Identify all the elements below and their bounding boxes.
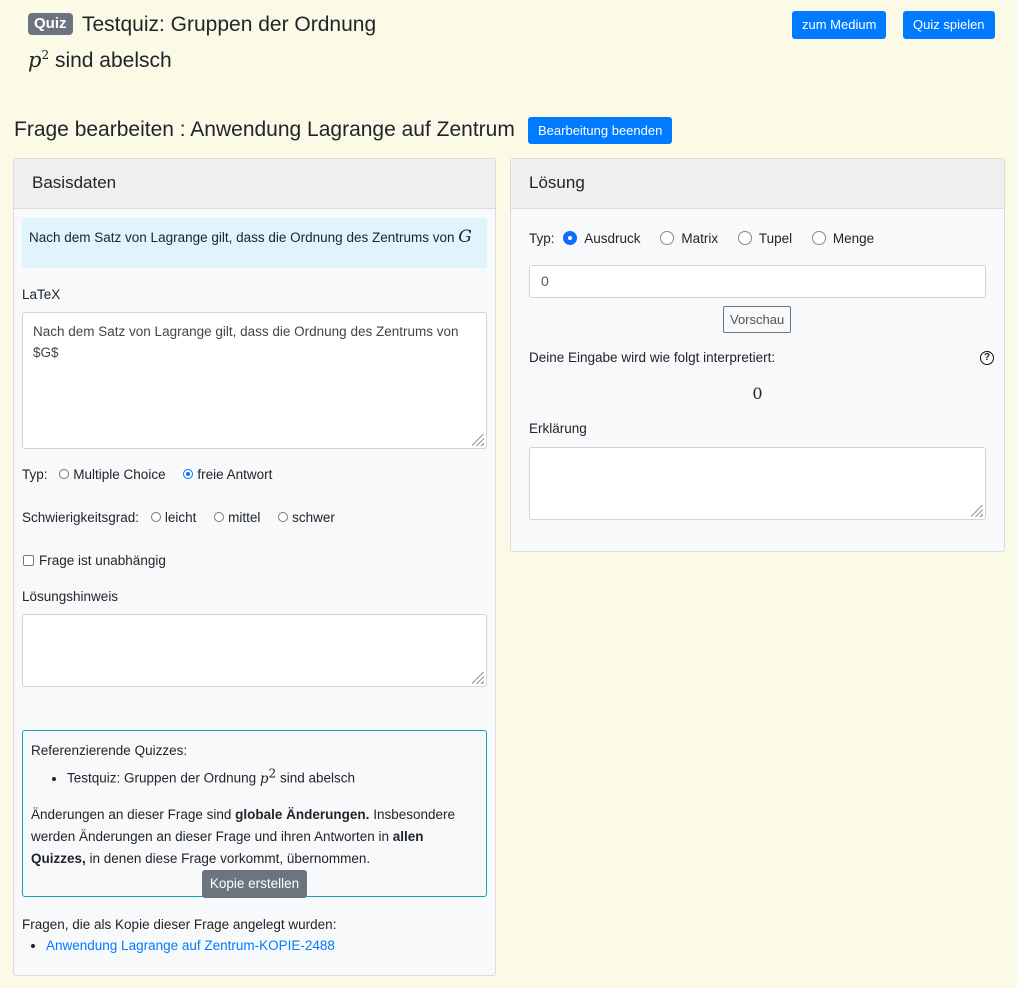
latex-label: LaTeX bbox=[22, 287, 61, 302]
interpreted-value: 0 bbox=[752, 384, 763, 403]
question-preview: Nach dem Satz von Lagrange gilt, dass di… bbox=[22, 218, 487, 268]
difficulty-group: Schwierigkeitsgrad: leicht mittel schwer bbox=[22, 510, 335, 525]
question-type-group: Typ: Multiple Choice freie Antwort bbox=[22, 467, 272, 482]
solution-card: Lösung Typ: Ausdruck Matrix Tupel Menge … bbox=[510, 158, 1005, 552]
to-medium-button[interactable]: zum Medium bbox=[792, 11, 887, 39]
preview-button[interactable]: Vorschau bbox=[723, 306, 792, 333]
radio-tuple[interactable] bbox=[737, 231, 752, 245]
radio-matrix-label[interactable]: Matrix bbox=[681, 231, 718, 246]
question-preview-math: G bbox=[458, 227, 472, 247]
radio-hard-label[interactable]: schwer bbox=[292, 510, 335, 525]
hint-textarea[interactable] bbox=[22, 614, 487, 687]
radio-multiple-choice-label[interactable]: Multiple Choice bbox=[73, 467, 165, 482]
radio-multiple-choice[interactable] bbox=[59, 469, 70, 479]
radio-expression-label[interactable]: Ausdruck bbox=[584, 231, 640, 246]
independent-checkbox-label[interactable]: Frage ist unabhängig bbox=[39, 553, 166, 568]
resize-grip-icon[interactable] bbox=[472, 434, 484, 446]
copy-link[interactable]: Anwendung Lagrange auf Zentrum-KOPIE-248… bbox=[46, 938, 335, 953]
difficulty-label: Schwierigkeitsgrad: bbox=[22, 510, 140, 525]
quiz-title-math: p2 bbox=[28, 48, 50, 72]
copies-heading: Fragen, die als Kopie dieser Frage angel… bbox=[22, 917, 337, 932]
quiz-title-prefix: Testquiz: Gruppen der Ordnung bbox=[81, 13, 377, 36]
radio-easy[interactable] bbox=[150, 512, 161, 522]
resize-grip-icon[interactable] bbox=[472, 672, 484, 684]
radio-medium[interactable] bbox=[214, 512, 225, 522]
radio-free-answer[interactable] bbox=[183, 469, 194, 479]
create-copy-button[interactable]: Kopie erstellen bbox=[201, 869, 308, 898]
page-title: Frage bearbeiten : Anwendung Lagrange au… bbox=[14, 118, 515, 141]
list-item: Anwendung Lagrange auf Zentrum-KOPIE-248… bbox=[46, 935, 336, 956]
reference-title-math: p2 bbox=[259, 766, 277, 787]
latex-textarea[interactable]: Nach dem Satz von Lagrange gilt, dass di… bbox=[22, 312, 487, 449]
quiz-title: Quiz Testquiz: Gruppen der Ordnung p2 si… bbox=[28, 10, 388, 76]
references-box: Referenzierende Quizzes: Testquiz: Grupp… bbox=[22, 730, 487, 898]
radio-free-answer-label[interactable]: freie Antwort bbox=[197, 467, 272, 482]
radio-set[interactable] bbox=[811, 231, 826, 245]
reference-title-prefix: Testquiz: Gruppen der Ordnung bbox=[67, 770, 257, 786]
play-quiz-button[interactable]: Quiz spielen bbox=[903, 11, 995, 39]
quiz-title-suffix: sind abelsch bbox=[54, 49, 172, 72]
radio-expression[interactable] bbox=[563, 231, 578, 245]
basis-card-title: Basisdaten bbox=[14, 159, 495, 209]
end-editing-button[interactable]: Bearbeitung beenden bbox=[528, 117, 673, 144]
hint-label: Lösungshinweis bbox=[22, 589, 119, 604]
help-icon[interactable]: ? bbox=[980, 351, 994, 365]
interpret-label: Deine Eingabe wird wie folgt interpretie… bbox=[529, 350, 776, 365]
resize-grip-icon[interactable] bbox=[971, 505, 983, 517]
solution-type-label: Typ: bbox=[529, 231, 555, 246]
explanation-label: Erklärung bbox=[529, 421, 587, 436]
solution-card-title: Lösung bbox=[511, 159, 1004, 209]
list-item: Testquiz: Gruppen der Ordnung p2 sind ab… bbox=[67, 762, 478, 790]
latex-line-1: Nach dem Satz von Lagrange gilt, dass di… bbox=[33, 324, 459, 339]
references-heading: Referenzierende Quizzes: bbox=[31, 743, 188, 758]
radio-matrix[interactable] bbox=[660, 231, 675, 245]
radio-hard[interactable] bbox=[278, 512, 289, 522]
solution-input[interactable]: 0 bbox=[529, 265, 986, 298]
reference-title-suffix: sind abelsch bbox=[279, 770, 356, 786]
references-list: Testquiz: Gruppen der Ordnung p2 sind ab… bbox=[31, 762, 478, 790]
quiz-badge: Quiz bbox=[28, 13, 73, 35]
copies-list: Anwendung Lagrange auf Zentrum-KOPIE-248… bbox=[22, 935, 336, 956]
radio-set-label[interactable]: Menge bbox=[833, 231, 874, 246]
explanation-textarea[interactable] bbox=[529, 447, 986, 520]
radio-tuple-label[interactable]: Tupel bbox=[759, 231, 792, 246]
question-preview-text: Nach dem Satz von Lagrange gilt, dass di… bbox=[29, 230, 455, 245]
basis-card: Basisdaten Nach dem Satz von Lagrange gi… bbox=[13, 158, 496, 976]
copies-section: Fragen, die als Kopie dieser Frage angel… bbox=[22, 914, 336, 956]
latex-line-2: $G$ bbox=[33, 345, 59, 360]
radio-easy-label[interactable]: leicht bbox=[165, 510, 197, 525]
solution-type-group: Typ: Ausdruck Matrix Tupel Menge bbox=[529, 231, 874, 246]
independent-checkbox[interactable] bbox=[23, 555, 34, 566]
question-type-label: Typ: bbox=[22, 467, 48, 482]
global-change-warning: Änderungen an dieser Frage sind globale … bbox=[31, 806, 455, 866]
independent-checkbox-row[interactable]: Frage ist unabhängig bbox=[23, 553, 166, 568]
radio-medium-label[interactable]: mittel bbox=[228, 510, 260, 525]
